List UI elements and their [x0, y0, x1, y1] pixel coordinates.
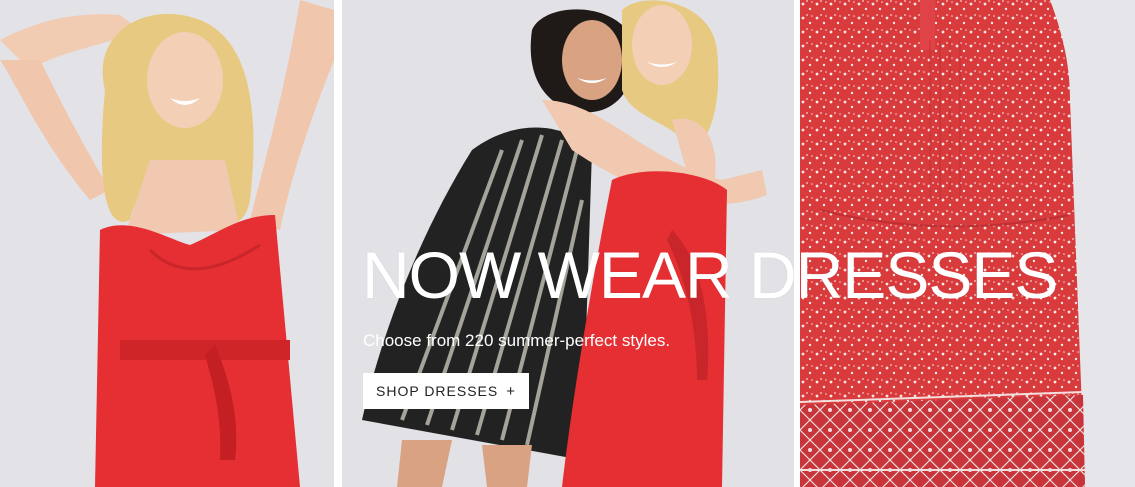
- plus-icon: +: [506, 382, 516, 400]
- hero-banner[interactable]: NOW WEAR DRESSES Choose from 220 summer-…: [0, 0, 1135, 487]
- shop-dresses-button[interactable]: SHOP DRESSES +: [363, 373, 529, 409]
- hero-headline: NOW WEAR DRESSES: [362, 238, 1058, 312]
- shop-dresses-label: SHOP DRESSES: [376, 383, 499, 399]
- hero-image-red-dress-model[interactable]: [0, 0, 334, 487]
- red-dress-model-illustration: [0, 0, 334, 487]
- hero-subtext: Choose from 220 summer-perfect styles.: [363, 331, 671, 350]
